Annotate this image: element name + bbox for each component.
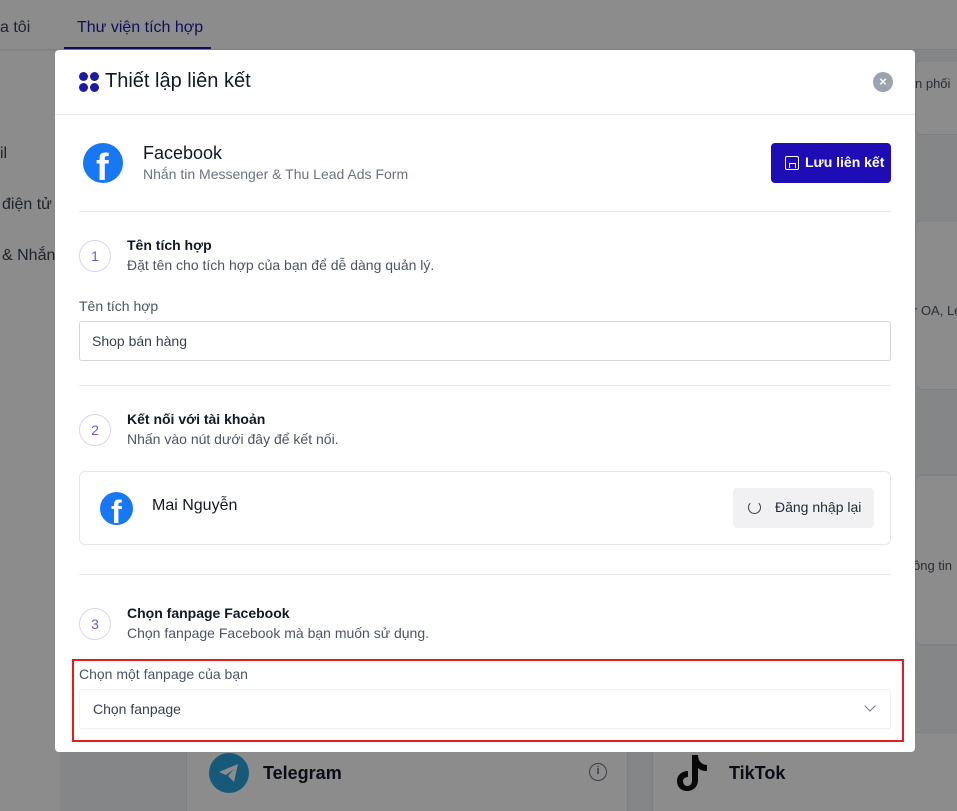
app-description: Nhắn tin Messenger & Thu Lead Ads Form xyxy=(143,166,409,182)
step-title: Chọn fanpage Facebook xyxy=(127,605,290,621)
relogin-button[interactable]: Đăng nhập lại xyxy=(733,488,874,528)
modal-title: Thiết lập liên kết xyxy=(105,70,251,92)
relogin-label: Đăng nhập lại xyxy=(775,499,862,515)
step-title: Kết nối với tài khoản xyxy=(127,411,266,427)
connected-account-card: f Mai Nguyễn Đăng nhập lại xyxy=(79,471,891,545)
save-link-button[interactable]: Lưu liên kết xyxy=(771,143,891,183)
step-number: 1 xyxy=(79,240,111,272)
step-title: Tên tích hợp xyxy=(127,237,212,253)
app-logo-icon xyxy=(79,72,99,92)
divider xyxy=(79,385,891,386)
chevron-down-icon xyxy=(864,700,876,712)
refresh-icon xyxy=(748,501,761,514)
integration-name-label: Tên tích hợp xyxy=(79,298,159,314)
facebook-icon: f xyxy=(83,143,123,183)
save-link-label: Lưu liên kết xyxy=(805,154,885,170)
app-name: Facebook xyxy=(143,143,223,163)
account-name: Mai Nguyễn xyxy=(152,497,238,514)
step-description: Đặt tên cho tích hợp của bạn để dễ dàng … xyxy=(127,257,435,273)
divider xyxy=(79,211,891,212)
step-number: 3 xyxy=(79,608,111,640)
step-description: Nhấn vào nút dưới đây để kết nối. xyxy=(127,431,339,447)
step-number: 2 xyxy=(79,414,111,446)
step-description: Chọn fanpage Facebook mà bạn muốn sử dụn… xyxy=(127,625,430,641)
facebook-icon: f xyxy=(100,492,133,525)
close-icon[interactable]: × xyxy=(873,72,893,92)
save-icon xyxy=(785,156,799,170)
fanpage-select-label: Chọn một fanpage của bạn xyxy=(79,666,248,682)
divider xyxy=(79,574,891,575)
integration-setup-modal: Thiết lập liên kết × f Facebook Nhắn tin… xyxy=(55,50,915,752)
fanpage-select[interactable]: Chọn fanpage xyxy=(79,689,891,729)
integration-name-input[interactable] xyxy=(79,321,891,361)
modal-header: Thiết lập liên kết × xyxy=(55,50,915,115)
fanpage-select-value: Chọn fanpage xyxy=(93,701,181,717)
